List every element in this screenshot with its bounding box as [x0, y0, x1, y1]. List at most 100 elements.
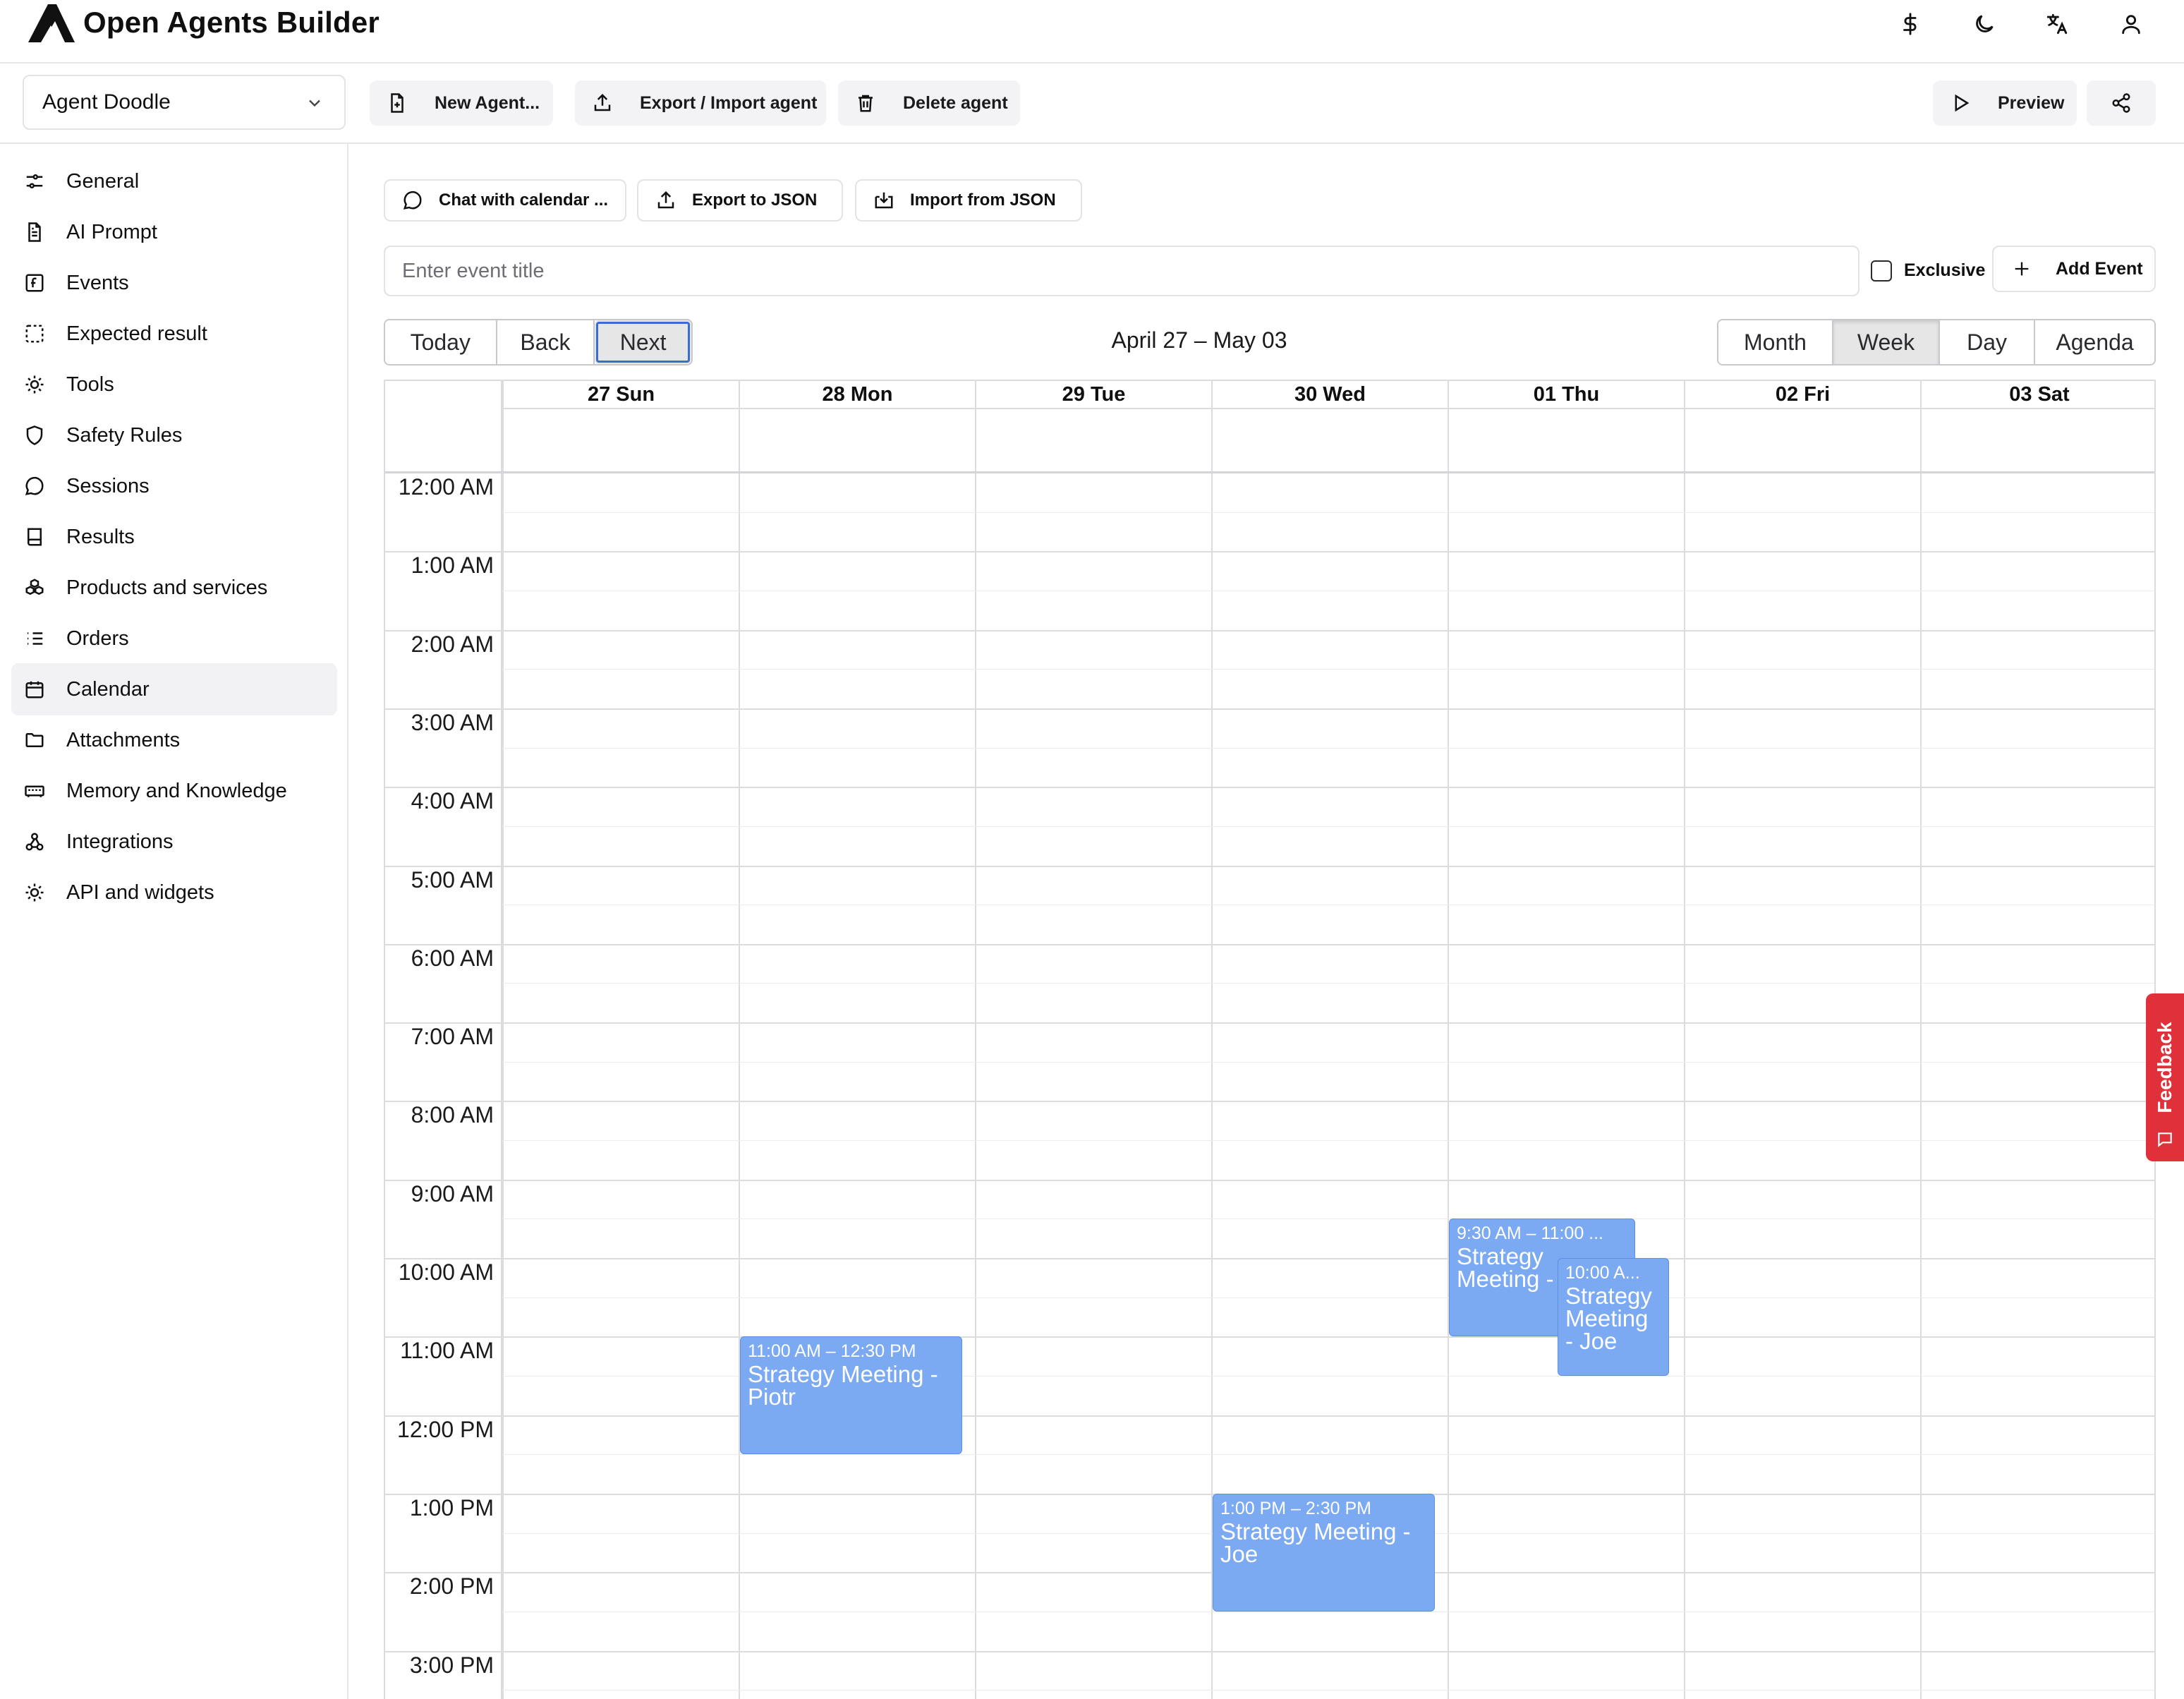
time-label: 11:00 AM	[400, 1338, 494, 1364]
hour-line	[385, 551, 2154, 553]
half-hour-line	[502, 1140, 2154, 1142]
hour-line	[385, 1258, 2154, 1259]
sidebar-item-tools[interactable]: Tools	[11, 358, 337, 411]
date-navigation: Today Back Next	[384, 319, 693, 365]
hour-line	[385, 1022, 2154, 1024]
view-week-button[interactable]: Week	[1833, 320, 1940, 364]
all-day-divider	[385, 471, 2154, 473]
view-day-button[interactable]: Day	[1939, 320, 2036, 364]
next-button[interactable]: Next	[595, 320, 691, 364]
agent-selector-value: Agent Doodle	[42, 90, 171, 114]
half-hour-line	[502, 1454, 2154, 1456]
calendar-event[interactable]: 11:00 AM – 12:30 PM Strategy Meeting - Pi…	[740, 1336, 962, 1455]
chat-bubble-icon	[25, 476, 44, 495]
play-icon	[1955, 94, 1970, 112]
sidebar-item-integrations[interactable]: Integrations	[11, 816, 337, 868]
all-day-cell[interactable]	[739, 409, 975, 471]
export-json-button[interactable]: Export to JSON	[637, 179, 843, 222]
time-label: 2:00 AM	[411, 631, 494, 657]
dollar-icon[interactable]	[1898, 11, 1923, 37]
day-header[interactable]: 30 Wed	[1211, 381, 1448, 409]
sidebar-item-ai-prompt[interactable]: AI Prompt	[11, 206, 337, 258]
view-switcher: Month Week Day Agenda	[1717, 319, 2156, 365]
sidebar-item-label: Events	[66, 271, 129, 294]
calendar-event[interactable]: 10:00 A... Strategy Meeting - Joe	[1558, 1258, 1669, 1376]
function-icon	[25, 274, 44, 292]
event-time: 10:00 A...	[1565, 1263, 1640, 1283]
half-hour-line	[502, 1061, 2154, 1063]
moon-icon[interactable]	[1972, 11, 1997, 37]
import-json-button[interactable]: Import from JSON	[855, 179, 1082, 222]
back-button[interactable]: Back	[497, 320, 595, 364]
all-day-cell[interactable]	[1920, 409, 2154, 471]
sidebar-item-products[interactable]: Products and services	[11, 562, 337, 614]
day-column-divider	[1448, 471, 1449, 1699]
sidebar-item-label: API and widgets	[66, 881, 214, 904]
day-header[interactable]: 02 Fri	[1684, 381, 1920, 409]
time-label: 10:00 AM	[398, 1259, 494, 1285]
event-title-input[interactable]	[384, 246, 1860, 296]
add-event-button[interactable]: Add Event	[1992, 246, 2156, 292]
hour-line	[385, 787, 2154, 789]
all-day-cell[interactable]	[502, 409, 739, 471]
translate-icon[interactable]	[2044, 11, 2070, 37]
chat-with-calendar-label: Chat with calendar ...	[439, 191, 609, 210]
sidebar-item-sessions[interactable]: Sessions	[11, 460, 337, 512]
day-header[interactable]: 03 Sat	[1920, 381, 2154, 409]
sidebar-item-orders[interactable]: Orders	[11, 612, 337, 665]
hour-line	[385, 1336, 2154, 1338]
sidebar-item-results[interactable]: Results	[11, 511, 337, 563]
half-hour-line	[502, 512, 2154, 513]
day-header[interactable]: 28 Mon	[739, 381, 975, 409]
sidebar-item-events[interactable]: Events	[11, 257, 337, 309]
sidebar-item-label: Attachments	[66, 728, 181, 751]
all-day-cell[interactable]	[975, 409, 1211, 471]
user-icon[interactable]	[2118, 11, 2144, 37]
sidebar-item-general[interactable]: General	[11, 155, 337, 207]
list-icon	[28, 632, 43, 645]
trash-icon	[859, 95, 873, 112]
sidebar-item-label: Results	[66, 525, 135, 548]
agent-selector[interactable]: Agent Doodle	[23, 75, 346, 130]
sidebar-item-attachments[interactable]: Attachments	[11, 714, 337, 766]
new-agent-button[interactable]: New Agent...	[370, 80, 553, 126]
chat-bubble-icon	[403, 191, 422, 210]
memory-icon	[25, 785, 44, 797]
document-icon	[28, 222, 41, 242]
day-header[interactable]: 01 Thu	[1448, 381, 1684, 409]
export-import-agent-button[interactable]: Export / Import agent	[575, 80, 826, 126]
sidebar-item-expected-result[interactable]: Expected result	[11, 308, 337, 360]
day-column-divider	[975, 471, 976, 1699]
sidebar-item-api-widgets[interactable]: API and widgets	[11, 866, 337, 919]
day-header[interactable]: 27 Sun	[502, 381, 739, 409]
exclusive-checkbox[interactable]	[1871, 260, 1892, 282]
sidebar-item-label: Memory and Knowledge	[66, 779, 287, 802]
agent-toolbar: Agent Doodle New Agent... Export / Impor…	[0, 64, 2184, 144]
sidebar-item-label: General	[66, 169, 140, 193]
sidebar-item-calendar[interactable]: Calendar	[11, 663, 337, 715]
time-label: 3:00 AM	[411, 709, 494, 735]
view-month-button[interactable]: Month	[1718, 320, 1833, 364]
preview-button[interactable]: Preview	[1933, 80, 2077, 126]
time-label: 3:00 PM	[409, 1652, 494, 1678]
time-label: 12:00 AM	[398, 474, 494, 500]
all-day-cell[interactable]	[1448, 409, 1684, 471]
all-day-cell[interactable]	[1684, 409, 1920, 471]
hour-line	[385, 708, 2154, 710]
all-day-cell[interactable]	[1211, 409, 1448, 471]
delete-agent-button[interactable]: Delete agent	[838, 80, 1020, 126]
time-label: 9:00 AM	[411, 1180, 494, 1207]
feedback-tab[interactable]: Feedback	[2146, 993, 2184, 1161]
view-agenda-button[interactable]: Agenda	[2035, 320, 2154, 364]
hour-line	[385, 1101, 2154, 1103]
sidebar-item-safety-rules[interactable]: Safety Rules	[11, 409, 337, 461]
calendar-event[interactable]: 1:00 PM – 2:30 PM Strategy Meeting - Joe	[1213, 1493, 1435, 1612]
today-button[interactable]: Today	[385, 320, 497, 364]
event-time: 1:00 PM – 2:30 PM	[1220, 1498, 1372, 1518]
preview-label: Preview	[1998, 92, 2065, 113]
add-event-label: Add Event	[2056, 258, 2143, 279]
chat-with-calendar-button[interactable]: Chat with calendar ...	[384, 179, 626, 222]
share-button[interactable]	[2087, 80, 2156, 126]
sidebar-item-memory[interactable]: Memory and Knowledge	[11, 765, 337, 817]
day-header[interactable]: 29 Tue	[975, 381, 1211, 409]
